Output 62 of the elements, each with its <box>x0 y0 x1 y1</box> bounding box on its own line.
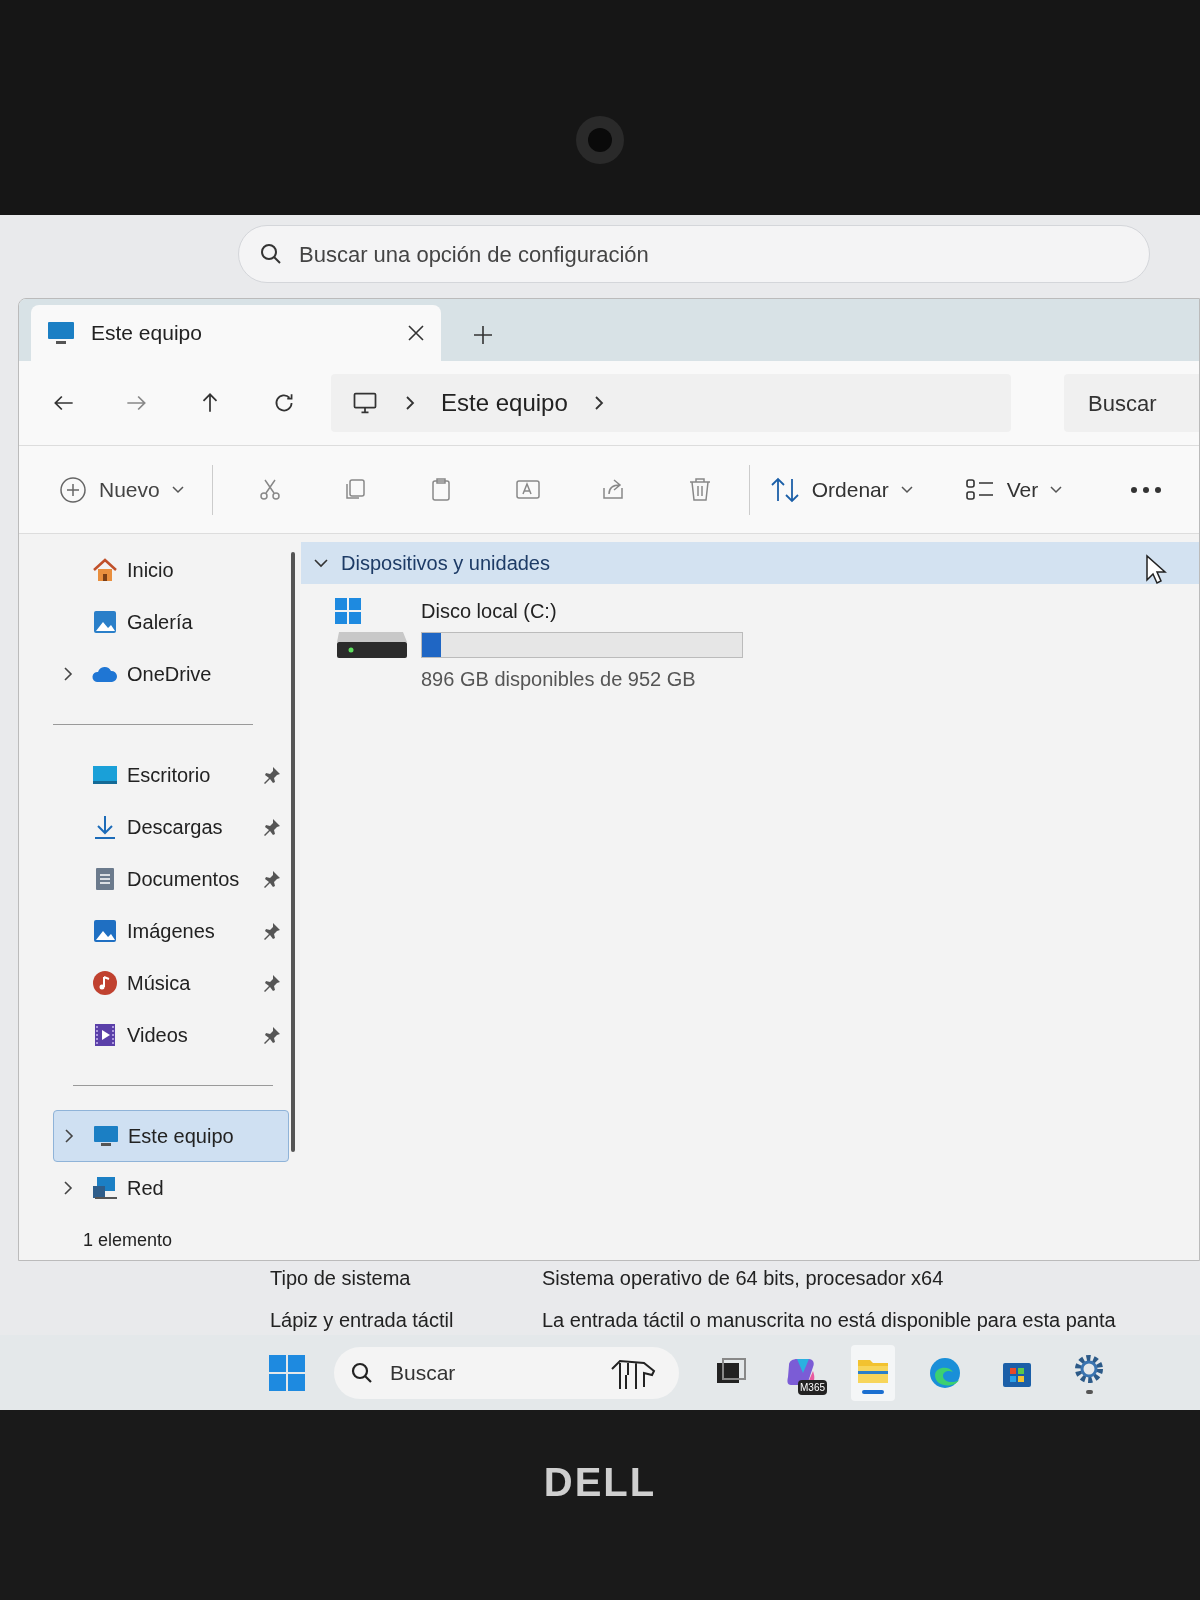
more-icon[interactable] <box>1130 485 1163 494</box>
sort-arrows-icon <box>769 476 800 503</box>
search-icon <box>350 1360 374 1385</box>
info-value: Sistema operativo de 64 bits, procesador x64 <box>542 1266 944 1291</box>
close-icon[interactable] <box>407 324 425 342</box>
sidebar-item[interactable]: Videos <box>53 1009 289 1061</box>
sidebar-item[interactable]: Documentos <box>53 853 289 905</box>
chevron-right-icon[interactable] <box>62 1180 74 1196</box>
sidebar-item[interactable]: Galería <box>53 596 289 648</box>
list-view-icon <box>964 476 995 503</box>
pin-icon[interactable] <box>263 974 281 992</box>
info-label: Tipo de sistema <box>270 1266 412 1291</box>
pin-icon[interactable] <box>263 766 281 784</box>
info-label: Lápiz y entrada táctil <box>270 1308 455 1333</box>
taskbar-search-field[interactable]: Buscar <box>334 1346 679 1399</box>
sort-button[interactable]: Ordenar <box>761 464 921 515</box>
sidebar-item[interactable]: Red <box>53 1162 289 1214</box>
view-button[interactable]: Ver <box>956 464 1071 515</box>
sidebar-item[interactable]: Escritorio <box>53 749 289 801</box>
chevron-right-icon[interactable] <box>63 1128 75 1144</box>
status-text: 1 elemento <box>83 1228 173 1252</box>
monitor-icon <box>47 320 75 346</box>
search-icon <box>259 242 283 266</box>
sidebar-item[interactable]: Descargas <box>53 801 289 853</box>
chevron-down-icon <box>313 557 329 569</box>
pin-icon[interactable] <box>263 922 281 940</box>
tab[interactable]: Este equipo <box>31 305 441 361</box>
sidebar-item[interactable]: Inicio <box>53 544 289 596</box>
chevron-right-icon <box>403 394 417 412</box>
settings-search-field[interactable]: Buscar una opción de configuración <box>238 225 1150 283</box>
sidebar-item[interactable]: OneDrive <box>53 648 289 700</box>
pin-icon[interactable] <box>263 870 281 888</box>
caret-icon <box>1050 485 1063 494</box>
chevron-right-icon[interactable] <box>62 666 74 682</box>
laptop-logo: DELL <box>543 1459 657 1506</box>
address-search-field[interactable]: Buscar <box>1064 374 1199 432</box>
new-button[interactable]: Nuevo <box>51 464 192 515</box>
drive-name[interactable]: Disco local (C:) <box>421 596 743 626</box>
pin-icon[interactable] <box>263 1026 281 1044</box>
caret-icon <box>900 485 913 494</box>
section-header[interactable]: Dispositivos y unidades <box>301 542 1199 584</box>
new-tab-icon[interactable] <box>473 325 493 345</box>
webcam-icon <box>575 115 625 165</box>
picture-icon <box>91 917 119 945</box>
sidebar-item[interactable]: Música <box>53 957 289 1009</box>
start-icon[interactable] <box>268 1353 306 1392</box>
caret-icon <box>171 485 184 494</box>
music-note-icon <box>91 969 119 997</box>
picture-icon <box>91 608 119 636</box>
address-bar[interactable]: Este equipo <box>331 374 1011 432</box>
plus-circle-icon <box>59 475 87 504</box>
sidebar-item[interactable]: Imágenes <box>53 905 289 957</box>
breadcrumb-item[interactable]: Este equipo <box>441 385 568 421</box>
pin-icon[interactable] <box>263 818 281 836</box>
info-value: La entrada táctil o manuscrita no está disponible para esta panta <box>542 1308 1116 1333</box>
home-icon <box>91 556 119 584</box>
app-badge: M365 <box>798 1379 827 1395</box>
mouse-cursor-icon <box>1145 554 1167 586</box>
network-computer-icon <box>91 1174 119 1202</box>
sidebar-item[interactable]: Este equipo <box>53 1110 289 1162</box>
drive-icon <box>333 596 409 660</box>
drive-free-space: 896 GB disponibles de 952 GB <box>421 667 697 692</box>
